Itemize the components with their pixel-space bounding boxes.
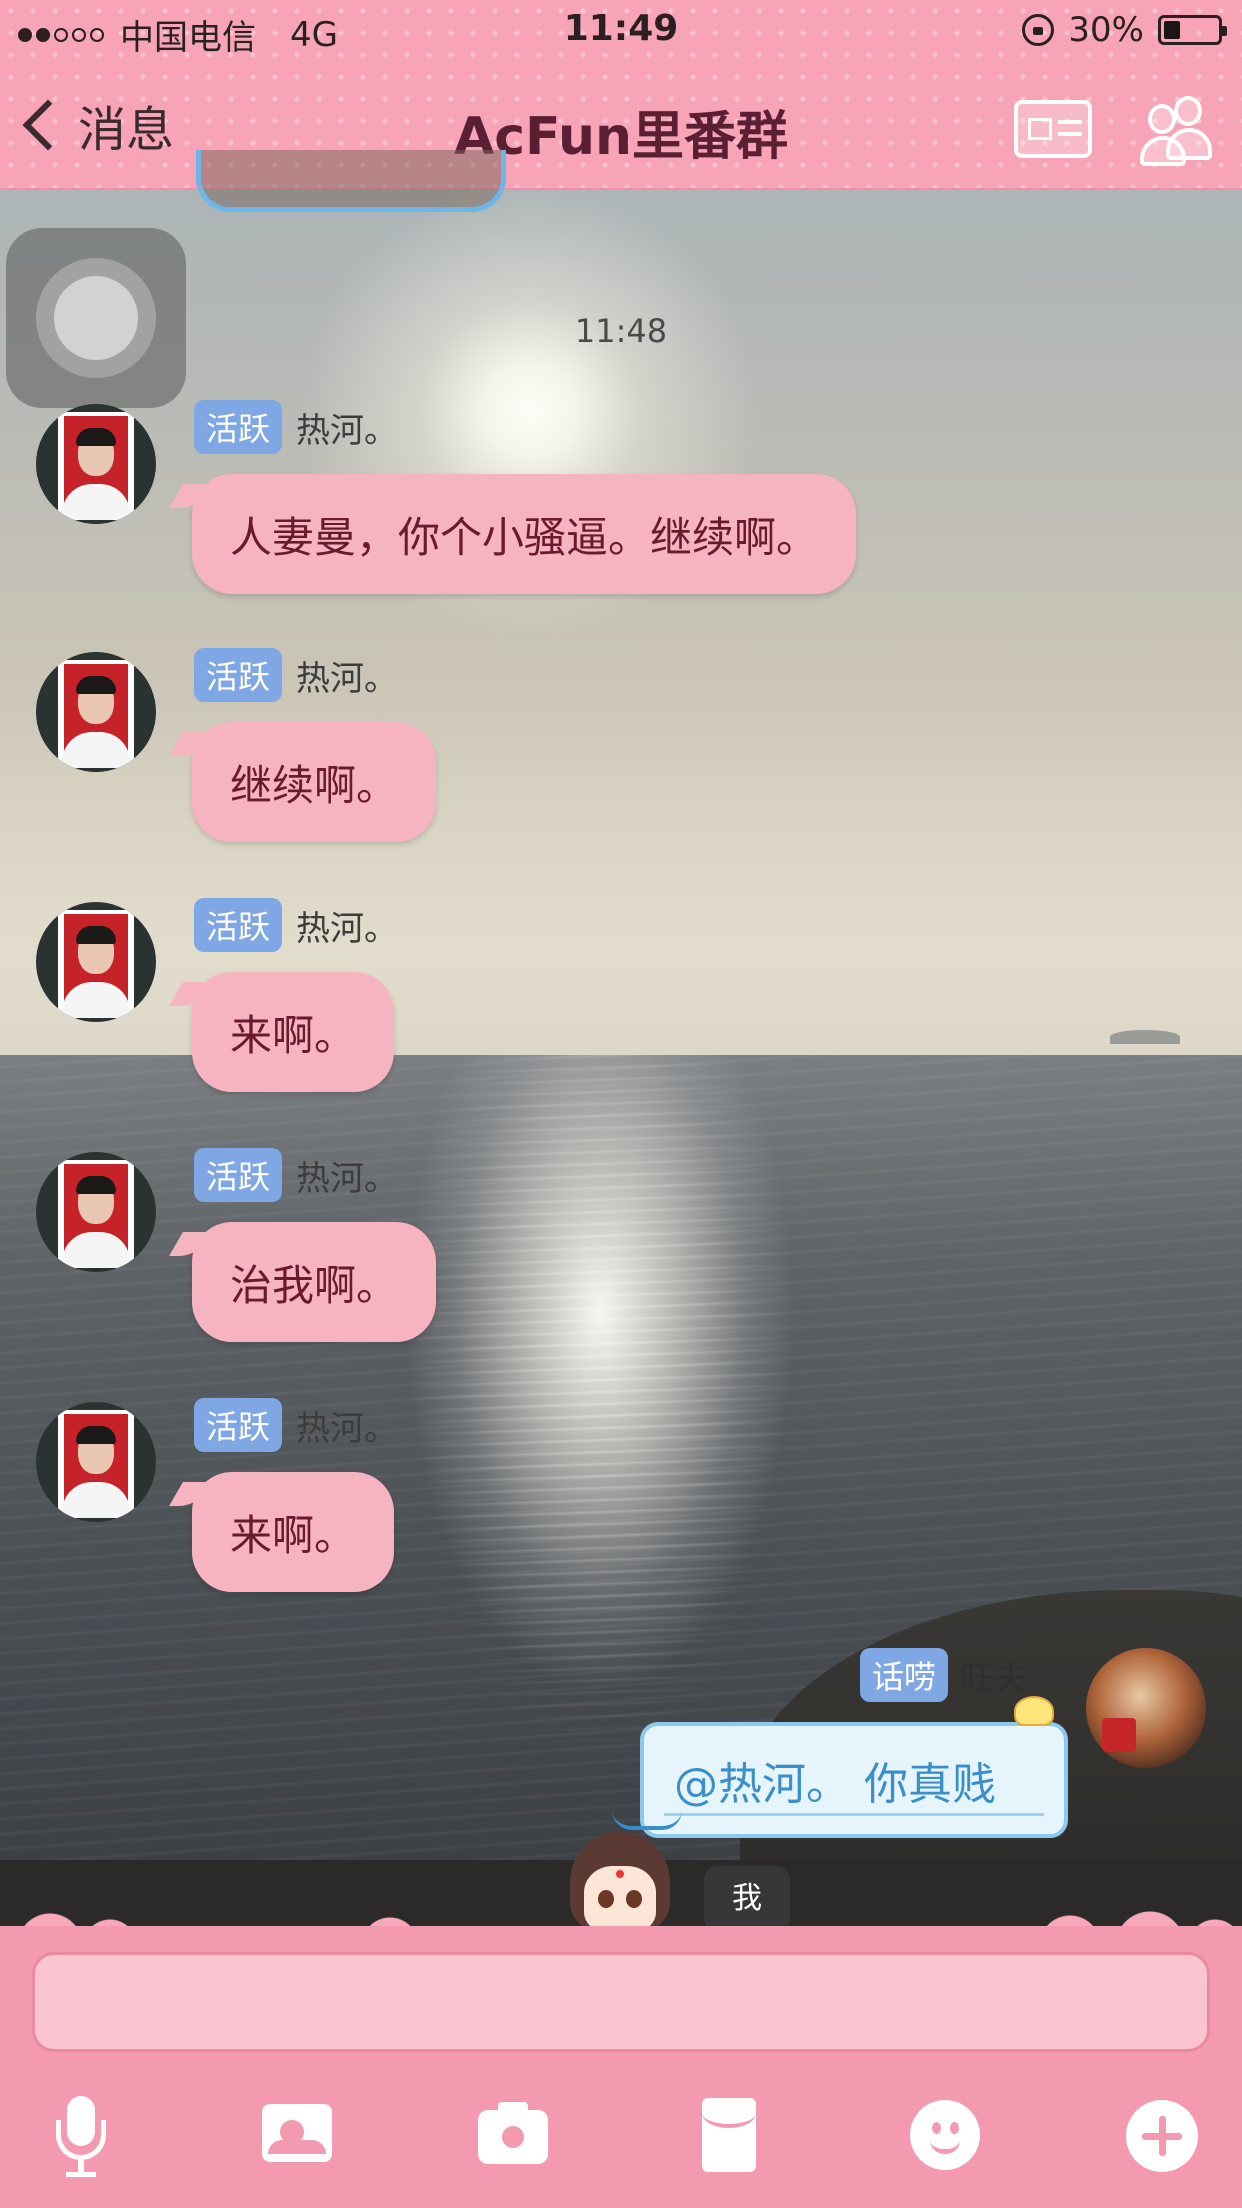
- my-avatar[interactable]: [1086, 1648, 1206, 1768]
- my-sender-name[interactable]: 旺夫: [960, 1651, 1028, 1700]
- sender-name[interactable]: 热河。: [296, 651, 398, 700]
- status-right: 30%: [1022, 10, 1227, 50]
- member-level-badge: 活跃: [194, 648, 283, 702]
- photo-album-button[interactable]: [252, 2090, 342, 2180]
- bubble-boat-icon: [612, 1800, 682, 1830]
- input-toolbar: [0, 2090, 1242, 2186]
- group-card-icon: [1028, 118, 1052, 140]
- message-meta: 活跃 热河。: [194, 1148, 398, 1202]
- sender-avatar[interactable]: [36, 1152, 156, 1272]
- message-meta: 活跃 热河。: [194, 1398, 398, 1452]
- message-timestamp: 11:48: [574, 312, 668, 350]
- sender-avatar[interactable]: [36, 1402, 156, 1522]
- nav-bar: 消息 AcFun里番群: [0, 62, 1242, 190]
- chibi-character-icon: [560, 1832, 680, 1932]
- member-level-badge: 活跃: [194, 898, 283, 952]
- sender-name[interactable]: 热河。: [296, 1401, 398, 1450]
- message-meta: 活跃 热河。: [194, 400, 398, 454]
- lock-rotation-icon: [1022, 14, 1055, 46]
- battery-icon: [1158, 15, 1227, 45]
- sender-name[interactable]: 热河。: [296, 1151, 398, 1200]
- member-level-badge: 活跃: [194, 1398, 283, 1452]
- group-card-button[interactable]: [1014, 100, 1092, 158]
- message-meta: 活跃 热河。: [194, 648, 398, 702]
- message-bubble[interactable]: 治我啊。: [192, 1222, 437, 1342]
- sender-avatar[interactable]: [36, 404, 156, 524]
- my-message-bubble[interactable]: @热河。 你真贱: [640, 1722, 1068, 1838]
- group-members-button[interactable]: [1140, 94, 1220, 166]
- group-members-icon: [1174, 96, 1202, 126]
- background-island: [1110, 1030, 1180, 1044]
- sender-avatar[interactable]: [36, 902, 156, 1022]
- message-meta: 活跃 热河。: [194, 898, 398, 952]
- member-level-badge: 活跃: [194, 1148, 283, 1202]
- me-tooltip: 我: [704, 1866, 790, 1932]
- bubble-decoration-icon: [1014, 1696, 1054, 1726]
- member-level-badge: 活跃: [194, 400, 283, 454]
- status-bar: 中国电信 4G 11:49 30%: [0, 0, 1242, 62]
- camera-button[interactable]: [468, 2090, 558, 2180]
- red-packet-button[interactable]: [684, 2090, 774, 2180]
- message-bubble[interactable]: 继续啊。: [192, 722, 437, 842]
- emoji-button[interactable]: [900, 2090, 990, 2180]
- battery-percent: 30%: [1068, 10, 1144, 50]
- message-bubble[interactable]: 来啊。: [192, 972, 395, 1092]
- message-input[interactable]: [32, 1952, 1210, 2052]
- voice-button[interactable]: [36, 2090, 126, 2180]
- sender-avatar[interactable]: [36, 652, 156, 772]
- member-level-badge: 话唠: [860, 1648, 949, 1702]
- message-bubble[interactable]: 来啊。: [192, 1472, 395, 1592]
- my-message-text: @热河。 你真贱: [674, 1759, 996, 1810]
- sender-name[interactable]: 热河。: [296, 901, 398, 950]
- more-button[interactable]: [1116, 2090, 1206, 2180]
- battery-level: [1164, 21, 1180, 39]
- emoji-icon: [910, 2100, 980, 2170]
- message-bubble[interactable]: 人妻曼，你个小骚逼。继续啊。: [192, 474, 857, 594]
- sender-name[interactable]: 热河。: [296, 403, 398, 452]
- my-message-meta: 话唠 旺夫: [860, 1648, 1028, 1702]
- previous-message-bubble: [196, 150, 506, 212]
